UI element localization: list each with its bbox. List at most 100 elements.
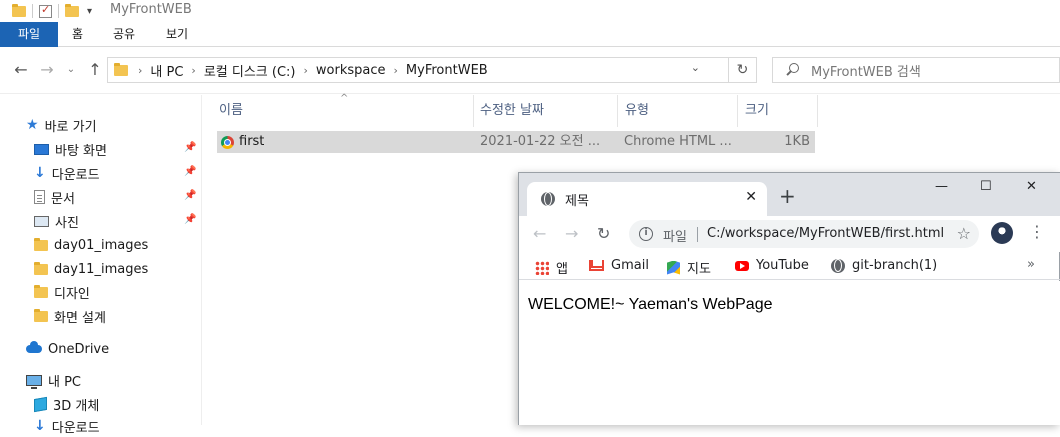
desktop-icon xyxy=(34,143,49,155)
properties-icon[interactable] xyxy=(39,3,52,18)
tab-strip: 제목 ✕ + — ☐ ✕ xyxy=(519,173,1060,216)
bookmarks-bar: 앱 Gmail 지도 YouTube git-branch(1) » xyxy=(519,252,1060,280)
tab-home[interactable]: 홈 xyxy=(72,22,83,47)
nav-label: 바탕 화면 xyxy=(55,143,107,159)
page-body-text: WELCOME!~ Yaeman's WebPage xyxy=(528,296,773,313)
maps-icon xyxy=(667,260,680,275)
download-icon: ↓ xyxy=(34,165,46,181)
omnibox[interactable]: i 파일 C:/workspace/MyFrontWEB/first.html … xyxy=(629,220,979,248)
new-folder-icon[interactable] xyxy=(65,3,79,17)
folder-icon xyxy=(34,237,48,251)
more-bookmarks-icon[interactable]: » xyxy=(1027,257,1035,272)
star-icon: ★ xyxy=(26,117,39,133)
window-title: MyFrontWEB xyxy=(110,2,192,17)
column-header-name[interactable]: 이름 xyxy=(203,99,473,123)
cloud-icon xyxy=(26,341,42,353)
bookmark-apps[interactable]: 앱 xyxy=(535,258,568,277)
back-button[interactable]: ← xyxy=(10,59,32,81)
close-tab-icon[interactable]: ✕ xyxy=(745,189,757,205)
nav-label: 다운로드 xyxy=(51,167,100,183)
chevron-down-icon[interactable]: ⌄ xyxy=(691,61,700,74)
nav-this-pc[interactable]: 내 PC xyxy=(26,369,228,391)
page-viewport: WELCOME!~ Yaeman's WebPage xyxy=(519,281,1060,425)
address-field[interactable]: › 내 PC › 로컬 디스크 (C:) › workspace › MyFro… xyxy=(107,57,729,83)
pin-icon[interactable]: 📌 xyxy=(184,166,196,177)
document-icon xyxy=(34,190,45,204)
column-header-type[interactable]: 유형 xyxy=(609,99,729,123)
nav-label: 다운로드 xyxy=(51,420,100,436)
nav-label: 화면 설계 xyxy=(54,310,106,326)
column-header-modified[interactable]: 수정한 날짜 xyxy=(464,99,609,123)
folder-icon xyxy=(114,62,128,76)
up-button[interactable]: ↑ xyxy=(84,59,106,81)
url-text[interactable]: C:/workspace/MyFrontWEB/first.html xyxy=(707,226,944,241)
tab-view[interactable]: 보기 xyxy=(166,22,188,47)
bookmark-label: git-branch(1) xyxy=(852,258,938,273)
file-type: Chrome HTML ... xyxy=(624,134,732,149)
table-row[interactable]: first 2021-01-22 오전 ... Chrome HTML ... … xyxy=(217,131,815,153)
pin-icon[interactable]: 📌 xyxy=(184,142,196,153)
bookmark-label: 앱 xyxy=(556,262,568,277)
nav-onedrive[interactable]: OneDrive xyxy=(26,338,228,360)
nav-label: OneDrive xyxy=(48,341,110,357)
bookmark-git-branch[interactable]: git-branch(1) xyxy=(831,258,937,273)
ribbon-tabs: 파일 홈 공유 보기 xyxy=(0,22,1060,47)
computer-icon xyxy=(26,374,42,389)
bookmark-youtube[interactable]: YouTube xyxy=(735,258,809,273)
minimize-icon[interactable]: — xyxy=(935,179,948,194)
youtube-icon xyxy=(735,260,749,271)
address-bar-row: ← → ⌄ ↑ › 내 PC › 로컬 디스크 (C:) › workspace… xyxy=(0,47,1060,94)
info-icon[interactable]: i xyxy=(639,227,653,241)
search-field[interactable]: MyFrontWEB 검색 xyxy=(772,57,1060,83)
pictures-icon xyxy=(34,215,49,227)
globe-icon xyxy=(541,192,555,206)
pin-icon[interactable]: 📌 xyxy=(184,214,196,225)
tab-title: 제목 xyxy=(565,194,589,209)
breadcrumb-workspace[interactable]: workspace xyxy=(308,63,394,78)
tab-file[interactable]: 파일 xyxy=(0,22,58,47)
breadcrumb-myfrontweb[interactable]: MyFrontWEB xyxy=(398,63,496,78)
browser-tab[interactable]: 제목 ✕ xyxy=(527,182,767,216)
explorer-title-bar: ▾ MyFrontWEB xyxy=(0,0,1060,22)
refresh-button[interactable]: ↻ xyxy=(729,57,757,83)
nav-label: 3D 개체 xyxy=(53,398,100,414)
breadcrumb-local-disk[interactable]: 로컬 디스크 (C:) xyxy=(196,61,304,80)
folder-icon[interactable] xyxy=(12,3,26,17)
folder-icon xyxy=(34,261,48,275)
menu-icon[interactable]: ⋮ xyxy=(1029,222,1045,241)
maximize-icon[interactable]: ☐ xyxy=(980,179,992,194)
new-tab-button[interactable]: + xyxy=(779,186,796,206)
quick-access-toolbar: ▾ xyxy=(12,2,92,20)
forward-button[interactable]: → xyxy=(565,224,578,243)
nav-quick-access[interactable]: ★ 바로 가기 xyxy=(26,114,228,136)
nav-label: 디자인 xyxy=(54,286,90,302)
divider xyxy=(58,4,59,18)
file-name: first xyxy=(239,134,265,149)
search-placeholder: MyFrontWEB 검색 xyxy=(811,64,921,80)
close-window-icon[interactable]: ✕ xyxy=(1026,179,1037,194)
bookmark-label: YouTube xyxy=(756,258,809,273)
nav-label: 바로 가기 xyxy=(44,119,97,135)
divider xyxy=(32,4,33,18)
forward-button[interactable]: → xyxy=(36,59,58,81)
browser-toolbar: ← → ↻ i 파일 C:/workspace/MyFrontWEB/first… xyxy=(519,216,1060,252)
bookmark-gmail[interactable]: Gmail xyxy=(589,258,649,273)
file-modified: 2021-01-22 오전 ... xyxy=(480,134,601,149)
reload-button[interactable]: ↻ xyxy=(597,224,610,243)
customize-dropdown-icon[interactable]: ▾ xyxy=(87,6,92,17)
profile-avatar[interactable] xyxy=(991,222,1013,244)
tab-share[interactable]: 공유 xyxy=(113,22,135,47)
breadcrumb-this-pc[interactable]: 내 PC xyxy=(142,61,191,80)
gmail-icon xyxy=(589,260,604,271)
nav-label: day01_images xyxy=(54,237,149,253)
search-icon xyxy=(785,63,799,77)
recent-locations-icon[interactable]: ⌄ xyxy=(60,59,82,81)
bookmark-star-icon[interactable]: ☆ xyxy=(957,224,971,243)
column-header-size[interactable]: 크기 xyxy=(729,99,815,123)
omnibox-scheme-label: 파일 xyxy=(663,230,687,245)
back-button[interactable]: ← xyxy=(533,224,546,243)
bookmark-maps[interactable]: 지도 xyxy=(667,258,711,277)
column-divider[interactable] xyxy=(817,95,818,127)
pin-icon[interactable]: 📌 xyxy=(184,190,196,201)
bookmark-label: 지도 xyxy=(687,262,711,277)
